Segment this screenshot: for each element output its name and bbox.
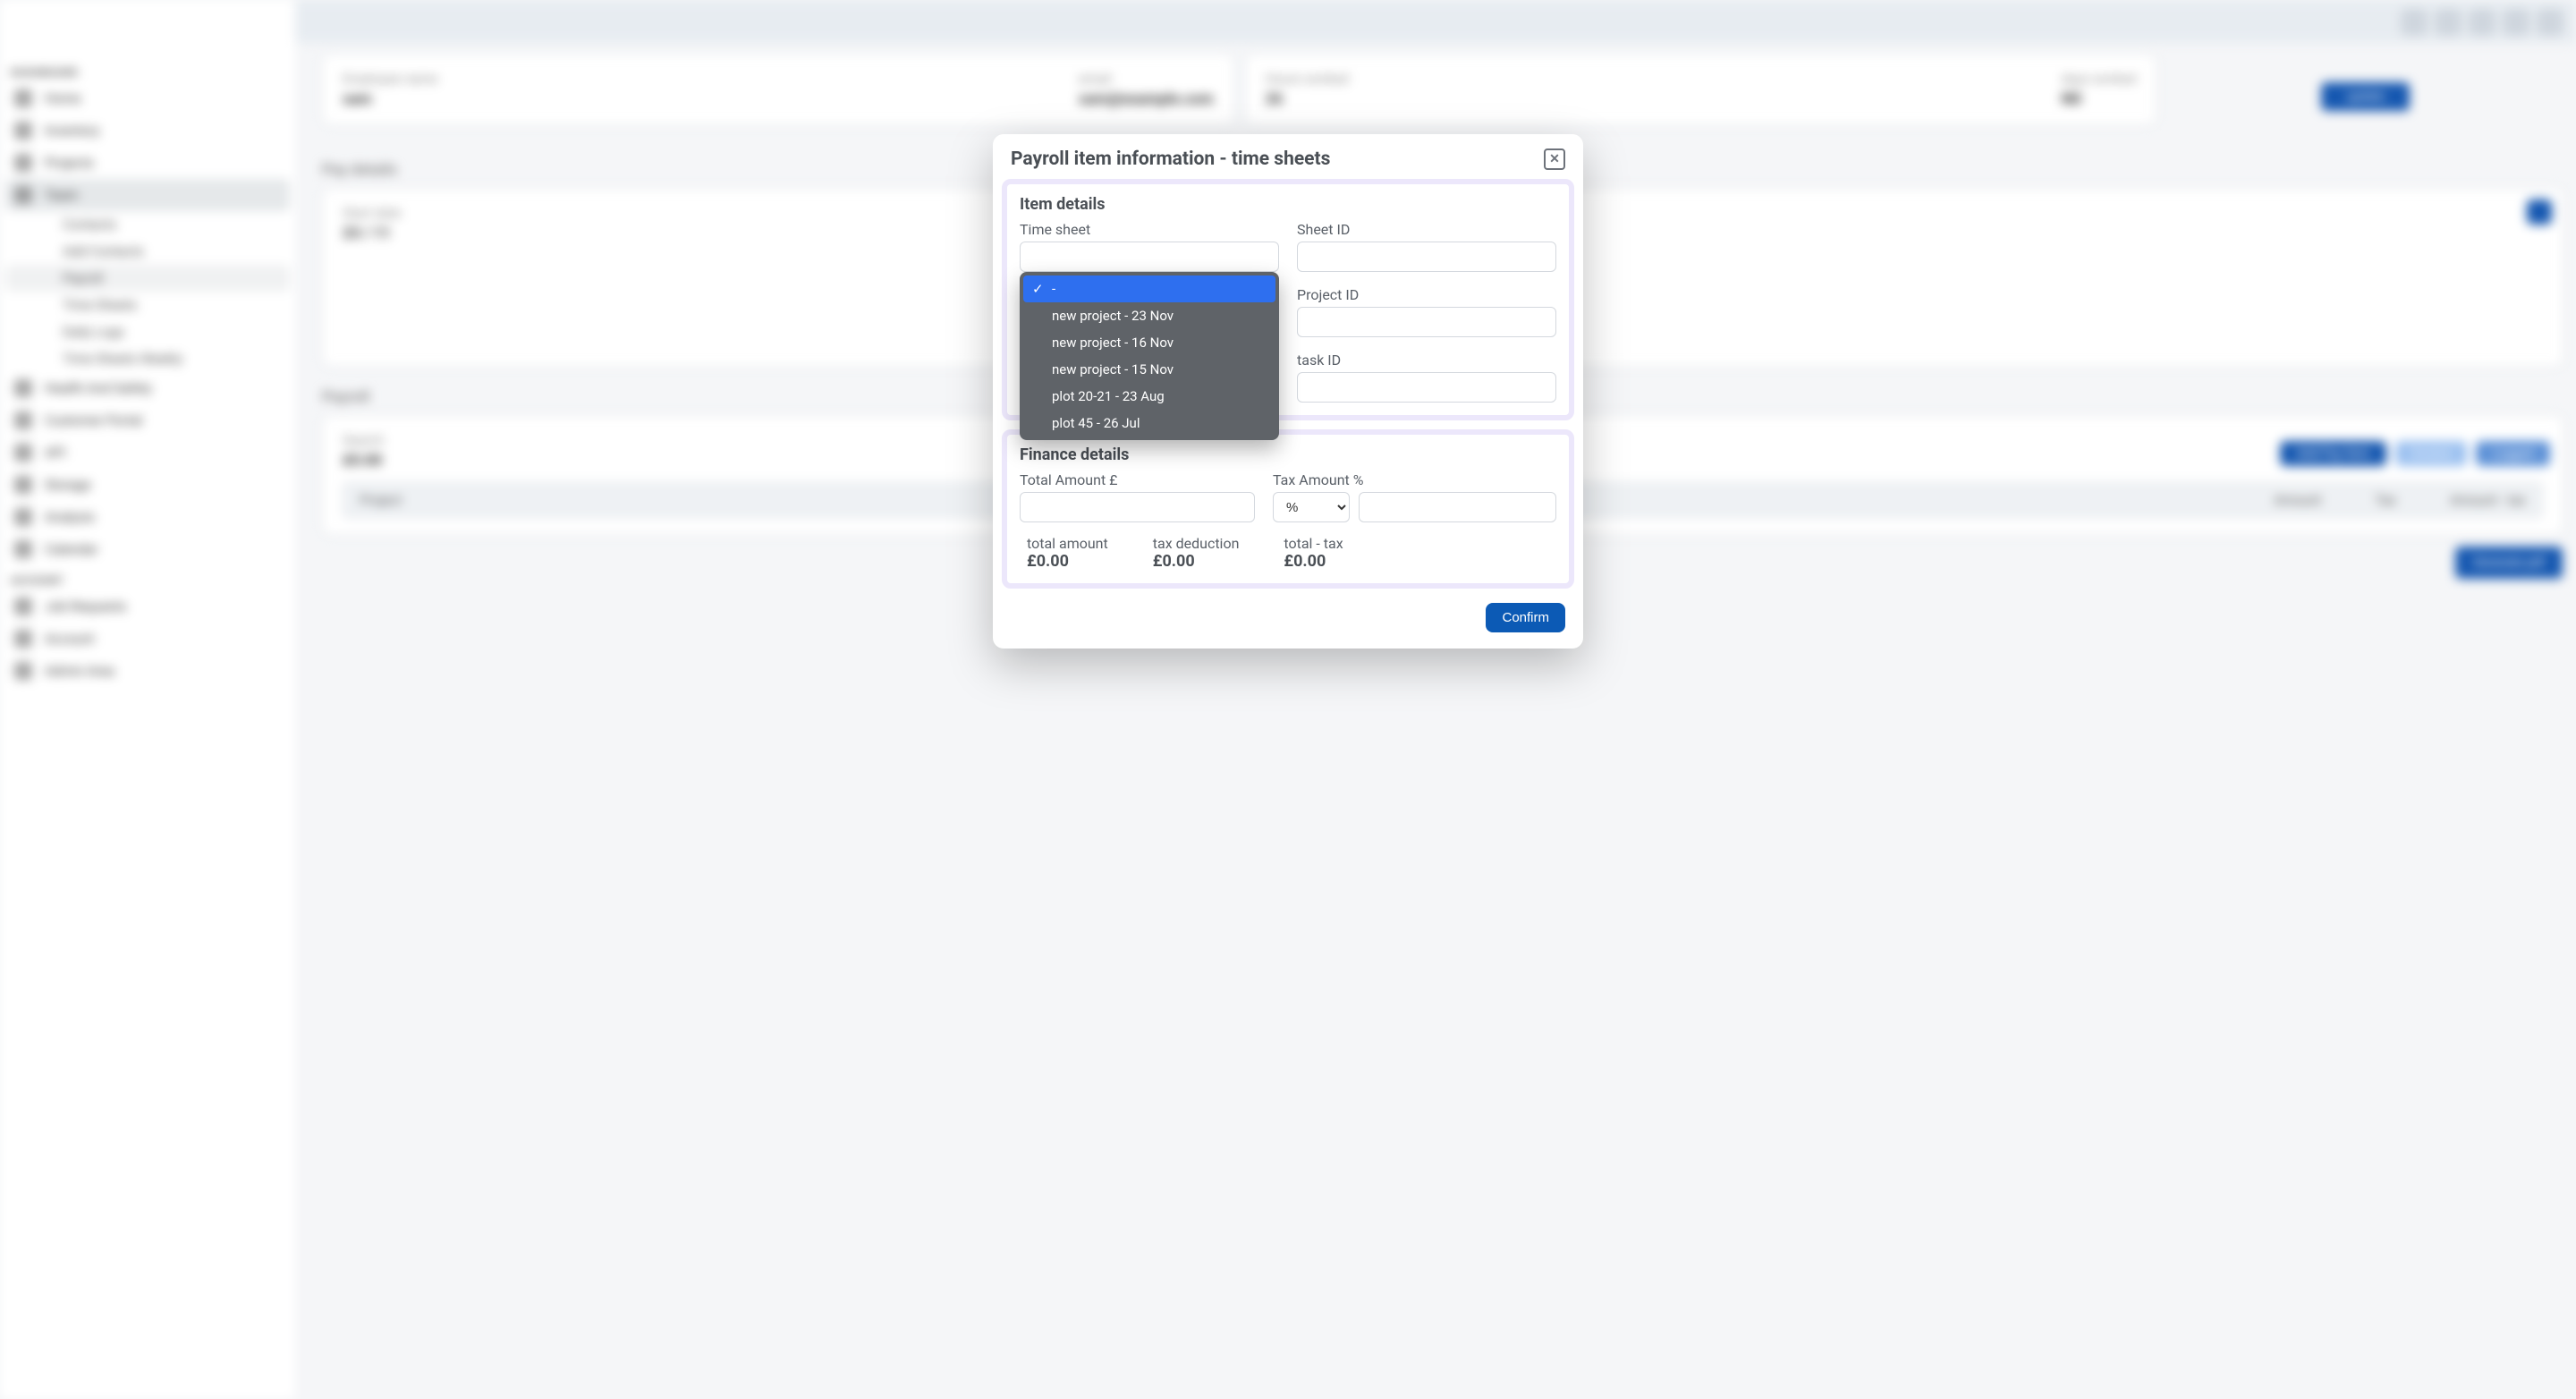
option-label: plot 45 - 26 Jul (1052, 415, 1140, 431)
total-amount-input[interactable] (1020, 492, 1255, 522)
time-sheet-select[interactable] (1020, 242, 1279, 272)
option-label: - (1052, 281, 1055, 297)
time-sheet-option[interactable]: ✓new project - 16 Nov (1023, 329, 1275, 356)
tax-amount-input[interactable] (1359, 492, 1556, 522)
sheet-id-input[interactable] (1297, 242, 1556, 272)
tax-amount-field: Tax Amount % % (1273, 471, 1556, 522)
payroll-item-modal: Payroll item information - time sheets ✕… (993, 134, 1583, 649)
tax-deduction-summary-value: £0.00 (1153, 552, 1240, 571)
project-id-field: Project ID (1297, 286, 1556, 337)
close-button[interactable]: ✕ (1544, 148, 1565, 170)
task-id-input[interactable] (1297, 372, 1556, 403)
task-id-field: task ID (1297, 352, 1556, 403)
total-amount-field: Total Amount £ (1020, 471, 1255, 522)
task-id-label: task ID (1297, 352, 1556, 369)
modal-overlay: Payroll item information - time sheets ✕… (0, 0, 2576, 1399)
finance-details-heading: Finance details (1020, 445, 1556, 464)
net-total-summary-label: total - tax (1284, 535, 1343, 552)
tax-deduction-summary: tax deduction £0.00 (1153, 535, 1240, 571)
total-amount-label: Total Amount £ (1020, 471, 1255, 488)
option-label: new project - 16 Nov (1052, 335, 1174, 351)
total-amount-summary-value: £0.00 (1027, 552, 1108, 571)
tax-amount-label: Tax Amount % (1273, 471, 1556, 488)
confirm-button[interactable]: Confirm (1486, 603, 1565, 632)
project-id-input[interactable] (1297, 307, 1556, 337)
check-icon: ✓ (1032, 281, 1045, 297)
time-sheet-option[interactable]: ✓new project - 23 Nov (1023, 302, 1275, 329)
time-sheet-option[interactable]: ✓new project - 15 Nov (1023, 356, 1275, 383)
time-sheet-option[interactable]: ✓plot 20-21 - 23 Aug (1023, 383, 1275, 410)
time-sheet-option[interactable]: ✓plot 45 - 26 Jul (1023, 410, 1275, 437)
option-label: plot 20-21 - 23 Aug (1052, 388, 1165, 404)
project-id-label: Project ID (1297, 286, 1556, 303)
time-sheet-option[interactable]: ✓- (1023, 276, 1275, 302)
tax-unit-select[interactable]: % (1273, 492, 1350, 522)
item-details-section: Item details Time sheet ✓- ✓new project … (1002, 179, 1574, 420)
modal-title: Payroll item information - time sheets (1011, 148, 1330, 170)
time-sheet-field: Time sheet ✓- ✓new project - 23 Nov ✓new… (1020, 221, 1279, 272)
time-sheet-dropdown: ✓- ✓new project - 23 Nov ✓new project - … (1020, 272, 1279, 440)
total-amount-summary-label: total amount (1027, 535, 1108, 552)
time-sheet-label: Time sheet (1020, 221, 1279, 238)
net-total-summary-value: £0.00 (1284, 552, 1343, 571)
sheet-id-label: Sheet ID (1297, 221, 1556, 238)
net-total-summary: total - tax £0.00 (1284, 535, 1343, 571)
finance-details-section: Finance details Total Amount £ Tax Amoun… (1002, 429, 1574, 589)
option-label: new project - 23 Nov (1052, 308, 1174, 324)
total-amount-summary: total amount £0.00 (1027, 535, 1108, 571)
close-icon: ✕ (1549, 152, 1560, 166)
tax-deduction-summary-label: tax deduction (1153, 535, 1240, 552)
totals-row: total amount £0.00 tax deduction £0.00 t… (1020, 535, 1556, 571)
item-details-heading: Item details (1020, 195, 1556, 214)
sheet-id-field: Sheet ID (1297, 221, 1556, 272)
option-label: new project - 15 Nov (1052, 361, 1174, 377)
